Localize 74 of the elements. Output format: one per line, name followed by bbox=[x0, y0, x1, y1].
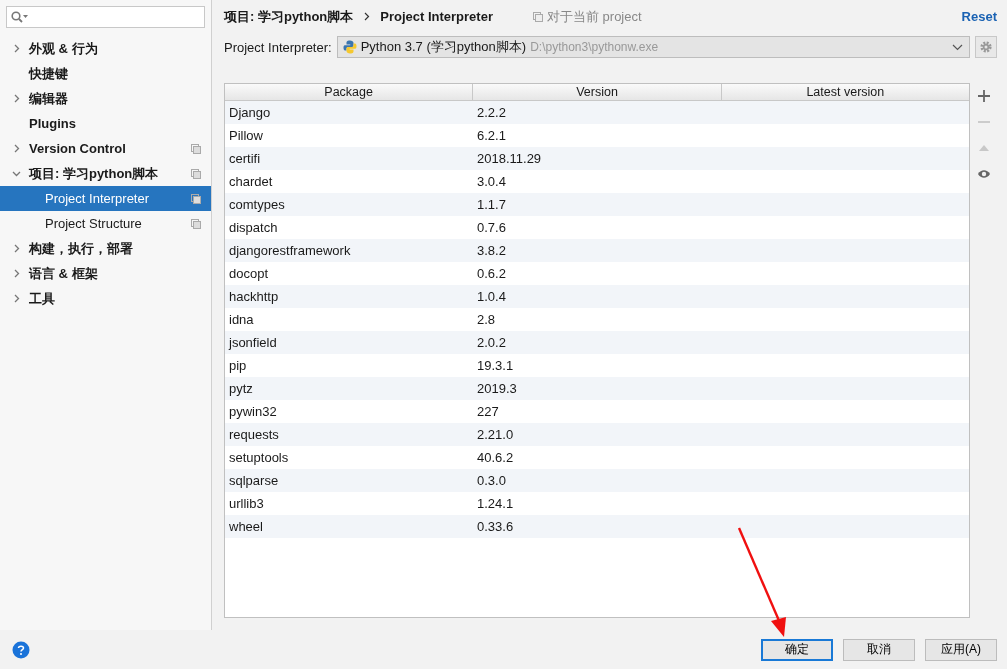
table-cell-text: 0.3.0 bbox=[476, 472, 507, 490]
column-header[interactable]: Latest version bbox=[721, 84, 969, 100]
table-cell-text: 2019.3 bbox=[476, 380, 518, 398]
column-header[interactable]: Version bbox=[473, 84, 722, 100]
table-cell-text: 3.0.4 bbox=[476, 173, 507, 191]
table-cell-text: 6.2.1 bbox=[476, 127, 507, 145]
eye-icon[interactable] bbox=[976, 167, 991, 181]
field-label: Project Interpreter: bbox=[224, 39, 332, 55]
table-cell-text: Pillow bbox=[228, 127, 264, 145]
tree-item[interactable]: 语言 & 框架 bbox=[0, 261, 211, 286]
table-cell-text: 1.1.7 bbox=[476, 196, 507, 214]
breadcrumb-item[interactable]: 项目: 学习python脚本 bbox=[224, 7, 354, 26]
table-cell-text: 1.24.1 bbox=[476, 495, 515, 513]
table-cell-text: requests bbox=[228, 426, 280, 444]
table-cell-text: 19.3.1 bbox=[476, 357, 515, 375]
scope-note: 对于当前 project bbox=[546, 7, 642, 26]
dialog-button[interactable]: 确定 bbox=[761, 638, 833, 661]
tree-item[interactable]: 编辑器 bbox=[0, 86, 211, 111]
table-cell-text: chardet bbox=[228, 173, 274, 191]
table-cell-text: jsonfield bbox=[227, 334, 278, 352]
table-cell-text: setuptools bbox=[228, 449, 290, 467]
table-cell-text: docopt bbox=[228, 265, 270, 283]
table-cell-text: pip bbox=[228, 357, 248, 375]
tree-item[interactable]: Version Control bbox=[0, 136, 211, 161]
interpreter-name: Python 3.7 (学习python脚本) bbox=[360, 39, 527, 54]
table-cell-text: 2.8 bbox=[476, 311, 497, 329]
table-cell-text: 2.2.2 bbox=[476, 104, 507, 122]
table-cell-text: 2.21.0 bbox=[476, 426, 515, 444]
table-cell-text: 3.8.2 bbox=[476, 242, 507, 260]
table-cell-text: 0.7.6 bbox=[476, 219, 507, 237]
tree-item[interactable]: 项目: 学习python脚本 bbox=[0, 161, 211, 186]
tree-item[interactable]: 外观 & 行为 bbox=[0, 36, 211, 61]
table-cell-text: comtypes bbox=[228, 196, 286, 214]
table-cell-text: pytz bbox=[228, 380, 254, 398]
dropdown-caret-icon bbox=[952, 43, 963, 51]
python-icon bbox=[342, 40, 357, 54]
table-cell-text: dispatch bbox=[228, 219, 279, 237]
table-cell-text: 0.33.6 bbox=[476, 518, 515, 536]
table-cell-text: urllib3 bbox=[228, 495, 265, 513]
tree-item[interactable]: 构建，执行，部署 bbox=[0, 236, 211, 261]
table-cell-text: 227 bbox=[476, 403, 500, 421]
breadcrumb-item: Project Interpreter bbox=[380, 9, 493, 24]
table-cell-text: 0.6.2 bbox=[476, 265, 507, 283]
tree-item[interactable]: Project Structure bbox=[0, 211, 211, 236]
settings-icon bbox=[979, 40, 993, 54]
table-cell-text: 40.6.2 bbox=[476, 449, 515, 467]
tree-item[interactable]: Project Interpreter bbox=[0, 186, 211, 211]
help-icon[interactable] bbox=[12, 640, 30, 659]
chevron-right-icon bbox=[363, 12, 371, 21]
table-cell-text: certifi bbox=[228, 150, 262, 168]
tree-item[interactable]: 快捷键 bbox=[0, 61, 211, 86]
table-cell-text: djangorestframework bbox=[228, 242, 352, 260]
tree-item[interactable]: Plugins bbox=[0, 111, 211, 136]
interpreter-path: D:\python3\pythonw.exe bbox=[530, 40, 659, 54]
table-cell-text: wheel bbox=[228, 518, 264, 536]
reset-link[interactable]: Reset bbox=[961, 9, 997, 24]
table-cell-text: 2.0.2 bbox=[476, 334, 507, 352]
add-icon[interactable] bbox=[976, 89, 991, 103]
table-cell-text: sqlparse bbox=[228, 472, 280, 490]
search-field[interactable] bbox=[6, 6, 205, 28]
table-cell-text: pywin32 bbox=[228, 403, 278, 421]
interpreter-dropdown[interactable]: Python 3.7 (学习python脚本) D:\python3\pythonw.exe bbox=[336, 36, 970, 58]
table-cell-text: hackhttp bbox=[228, 288, 280, 306]
search-icon bbox=[11, 11, 29, 23]
column-header[interactable]: Package bbox=[225, 84, 474, 100]
table-cell-text: 1.0.4 bbox=[476, 288, 507, 306]
dialog-button[interactable]: 应用(A) bbox=[925, 638, 997, 661]
table-cell-text: idna bbox=[228, 311, 255, 329]
tree-item[interactable]: 工具 bbox=[0, 286, 211, 311]
settings-button[interactable] bbox=[975, 36, 997, 58]
copy-icon bbox=[532, 11, 543, 22]
table-cell-text: Django bbox=[228, 104, 272, 122]
table-cell-text: 2018.11.29 bbox=[476, 150, 543, 168]
dialog-button[interactable]: 取消 bbox=[843, 638, 915, 661]
